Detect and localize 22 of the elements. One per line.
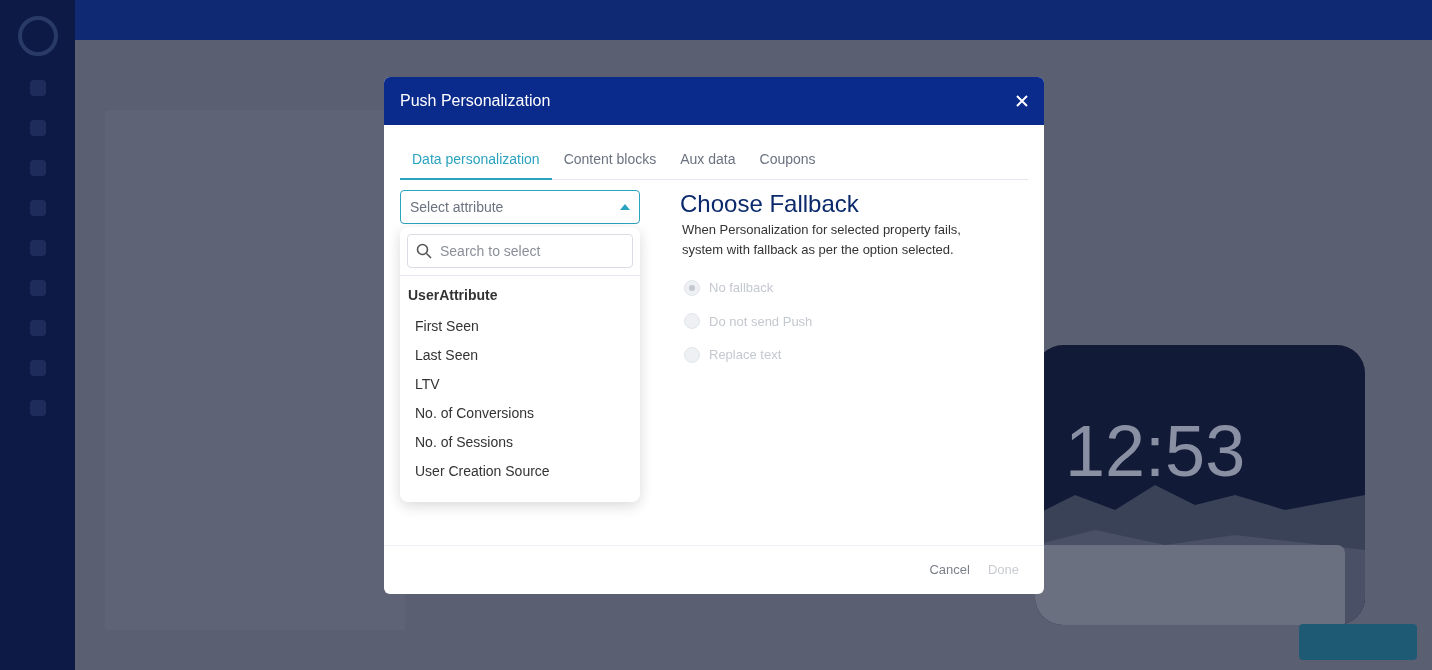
dropdown-option[interactable]: Last Seen (400, 341, 640, 370)
dropdown-option[interactable]: First Seen (400, 312, 640, 341)
attribute-select[interactable]: Select attribute (400, 190, 640, 224)
dropdown-option[interactable]: User Creation Source (400, 457, 640, 486)
search-field[interactable]: Search to select (407, 234, 633, 268)
fallback-heading: Choose Fallback (680, 190, 860, 218)
close-icon[interactable] (1016, 95, 1028, 107)
caret-icon (620, 204, 630, 210)
dropdown-option[interactable]: No. of Conversions (400, 399, 640, 428)
logo-icon (17, 16, 58, 56)
modal-title: Push Personalization (400, 91, 551, 111)
dropdown-option[interactable]: No. of Sessions (400, 428, 640, 457)
lock-screen-clock: 12:53 (1065, 415, 1246, 487)
dropdown-option[interactable]: LTV (400, 370, 640, 399)
search-icon (416, 243, 432, 259)
footer-button[interactable]: Cancel (929, 560, 970, 580)
tab[interactable]: Aux data (668, 149, 748, 180)
tab[interactable]: Data personalization (400, 149, 552, 180)
option-group-label: UserAttribute (407, 286, 499, 305)
tab[interactable]: Coupons (747, 149, 828, 180)
fallback-description: When Personalization for selected property fails, system with fallback as per the option selected. (682, 221, 962, 259)
tab[interactable]: Content blocks (551, 149, 669, 180)
